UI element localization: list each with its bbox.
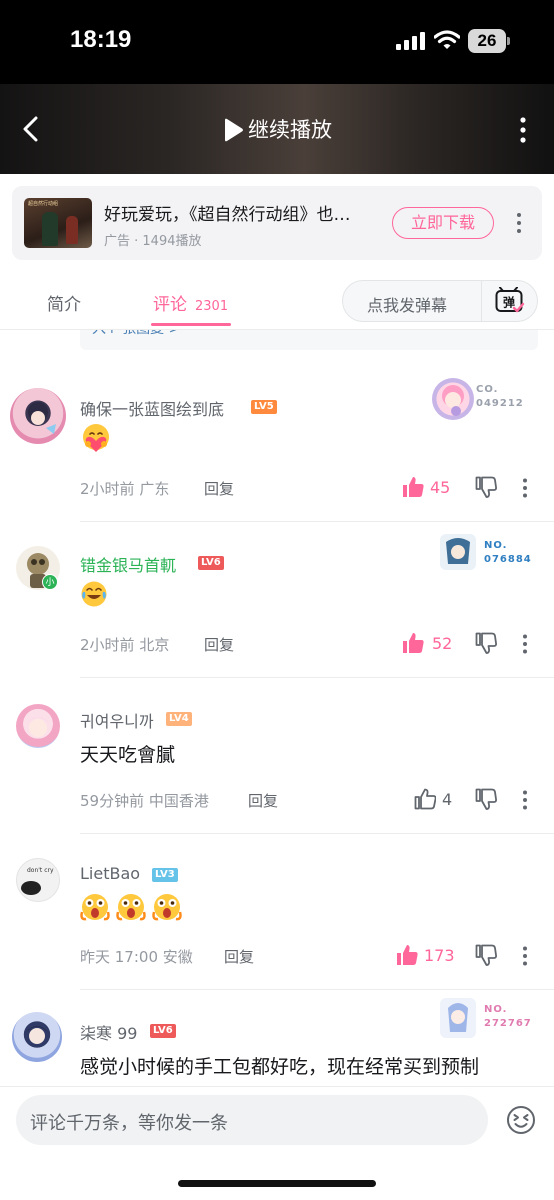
- thumbs-up-icon[interactable]: [402, 632, 424, 654]
- thumbs-down-icon[interactable]: [475, 476, 497, 498]
- avatar[interactable]: don't cry: [16, 858, 60, 902]
- thumbs-up-icon[interactable]: [402, 476, 424, 498]
- fan-badge[interactable]: NO. 076884: [440, 534, 550, 582]
- danmu-input[interactable]: 点我发弹幕 弹: [342, 280, 538, 322]
- back-arrow-icon[interactable]: [20, 116, 42, 142]
- thumbs-down-icon[interactable]: [475, 788, 497, 810]
- comment-username[interactable]: LietBao: [80, 864, 140, 883]
- download-now-button[interactable]: 立即下载: [392, 207, 494, 239]
- comment-more-icon[interactable]: [522, 946, 528, 966]
- scared-emoji: [152, 894, 182, 921]
- thumbs-up-icon[interactable]: [396, 944, 418, 966]
- battery-icon: 26: [468, 29, 510, 53]
- continue-playing-button[interactable]: 继续播放: [248, 114, 332, 144]
- reply-button[interactable]: 回复: [248, 790, 278, 811]
- ad-title[interactable]: 好玩爱玩，《超自然行动组》也…: [104, 200, 386, 225]
- comment-username[interactable]: 错金银马首軏: [80, 552, 176, 576]
- comment-list[interactable]: 入↑ 张图复 > 确保一张蓝图绘到底 LV5 CO. 049212 2小时前 广…: [0, 330, 554, 1086]
- comment-item: 确保一张蓝图绘到底 LV5 CO. 049212 2小时前 广东 回复 45: [0, 366, 554, 522]
- comment-more-icon[interactable]: [522, 790, 528, 810]
- avatar-badge: 小: [42, 574, 58, 590]
- avatar[interactable]: [16, 704, 60, 748]
- video-header: 继续播放: [0, 84, 554, 174]
- comments-count: 2301: [195, 299, 229, 314]
- comment-more-icon[interactable]: [522, 478, 528, 498]
- tab-intro[interactable]: 简介: [47, 290, 81, 315]
- heart-hug-emoji: [83, 424, 109, 452]
- like-count: 4: [442, 790, 453, 809]
- avatar[interactable]: [12, 1012, 62, 1062]
- like-count: 52: [432, 634, 453, 653]
- reply-button[interactable]: 回复: [204, 634, 234, 655]
- thumbs-up-icon[interactable]: [414, 788, 436, 810]
- thumbs-down-icon[interactable]: [475, 944, 497, 966]
- fan-badge[interactable]: NO. 272767: [440, 998, 550, 1046]
- ad-more-icon[interactable]: [516, 212, 522, 234]
- level-badge: LV6: [198, 556, 224, 570]
- danmu-toggle-icon[interactable]: 弹: [495, 287, 525, 315]
- fan-badge[interactable]: CO. 049212: [432, 378, 542, 426]
- reply-button[interactable]: 回复: [204, 478, 234, 499]
- level-badge: LV6: [150, 1024, 176, 1038]
- play-icon[interactable]: [222, 118, 244, 142]
- danmu-placeholder: 点我发弹幕: [367, 296, 448, 315]
- wifi-icon: [434, 30, 460, 49]
- level-badge: LV5: [251, 400, 277, 414]
- comment-text: 天天吃會膩: [80, 744, 176, 766]
- level-badge: LV4: [166, 712, 192, 726]
- avatar-text: don't cry: [27, 867, 54, 874]
- level-badge: LV3: [152, 868, 178, 882]
- avatar[interactable]: [10, 388, 66, 444]
- comment-more-icon[interactable]: [522, 634, 528, 654]
- comment-username[interactable]: 确保一张蓝图绘到底: [80, 396, 224, 420]
- emoji-picker-icon[interactable]: [506, 1105, 536, 1135]
- active-tab-indicator: [151, 323, 231, 326]
- status-time: 18:19: [70, 26, 132, 53]
- comment-username[interactable]: 귀여우니까: [80, 708, 154, 732]
- scared-emoji: [80, 894, 110, 921]
- ad-card[interactable]: 超自然行动组 好玩爱玩，《超自然行动组》也… 广告 · 1494播放 立即下载: [12, 186, 542, 260]
- like-count: 45: [430, 478, 451, 497]
- tab-bar: 简介 评论 2301 点我发弹幕 弹: [0, 272, 554, 330]
- thumbs-down-icon[interactable]: [475, 632, 497, 654]
- scared-emoji: [116, 894, 146, 921]
- comment-meta: 昨天 17:00 安徽: [80, 948, 193, 966]
- comment-text: 感觉小时候的手工包都好吃，现在经常买到预制: [80, 1056, 480, 1078]
- comment-item: 小 错金银马首軏 LV6 NO. 076884 2小时前 北京 回复 52: [0, 522, 554, 678]
- cellular-signal-icon: [396, 32, 425, 50]
- ad-meta: 广告 · 1494播放: [104, 234, 202, 249]
- tab-comments-label: 评论: [153, 295, 187, 315]
- previous-reply-preview[interactable]: 入↑ 张图复 >: [80, 330, 538, 350]
- tab-comments[interactable]: 评论 2301: [153, 290, 228, 315]
- more-options-icon[interactable]: [514, 117, 532, 143]
- laugh-cry-emoji: [81, 581, 107, 607]
- comment-input[interactable]: 评论千万条，等你发一条: [16, 1095, 488, 1145]
- comment-item: 柒寒 99 LV6 NO. 272767 感觉小时候的手工包都好吃，现在经常买到…: [0, 990, 554, 1086]
- comment-input-placeholder: 评论千万条，等你发一条: [30, 1113, 228, 1134]
- comment-meta: 59分钟前 中国香港: [80, 792, 209, 810]
- comment-username[interactable]: 柒寒 99: [80, 1020, 137, 1044]
- home-indicator: [178, 1180, 376, 1187]
- like-count: 173: [424, 946, 455, 965]
- comment-meta: 2小时前 广东: [80, 480, 170, 498]
- battery-level: 26: [468, 29, 506, 53]
- status-bar: 18:19 26: [0, 0, 554, 84]
- comment-item: 귀여우니까 LV4 天天吃會膩 59分钟前 中国香港 回复 4: [0, 678, 554, 834]
- ad-thumbnail[interactable]: 超自然行动组: [24, 198, 92, 248]
- comment-meta: 2小时前 北京: [80, 636, 170, 654]
- reply-button[interactable]: 回复: [224, 946, 254, 967]
- comment-item: don't cry LietBao LV3 昨天 17:00 安徽 回复 173: [0, 834, 554, 990]
